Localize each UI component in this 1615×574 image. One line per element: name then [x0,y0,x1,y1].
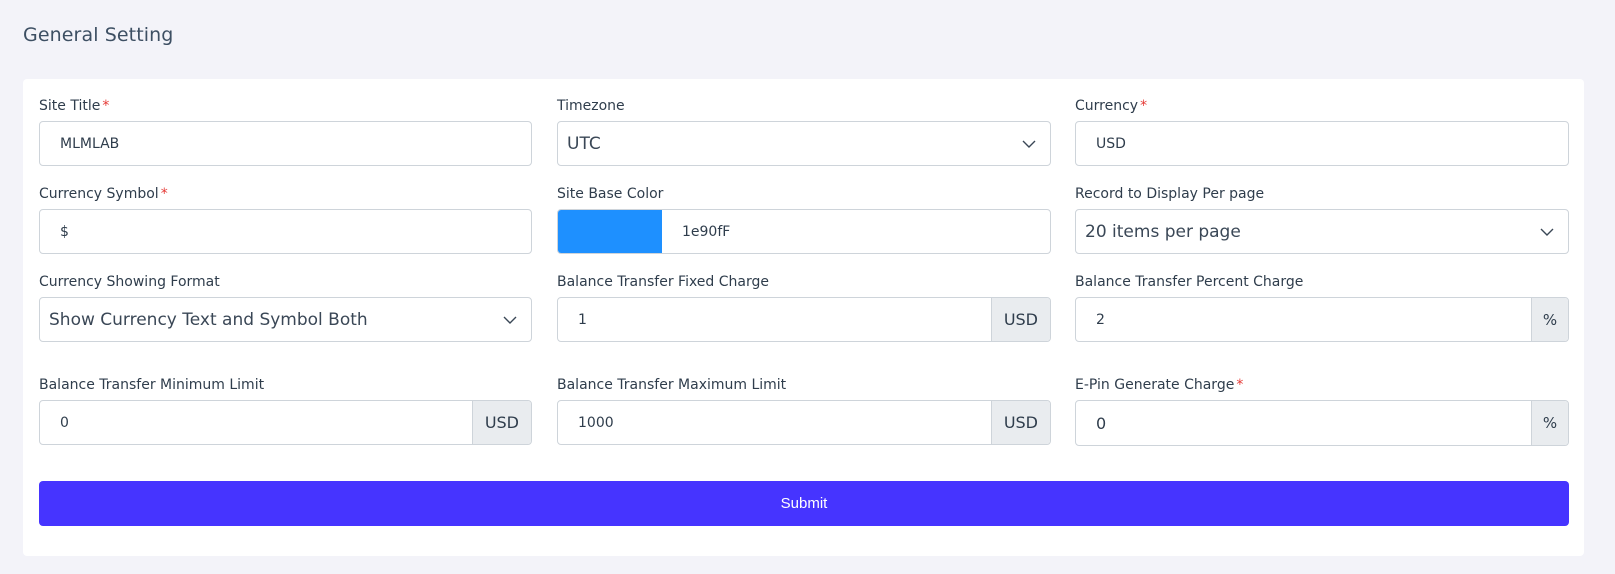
bt-min-limit-input[interactable]: 0 USD [39,400,532,445]
required-marker: * [1236,377,1244,393]
chevron-down-icon [503,316,517,324]
required-marker: * [102,98,110,114]
records-per-page-value: 20 items per page [1085,221,1241,242]
site-base-color-field: Site Base Color 1e90fF [557,184,1051,254]
color-swatch[interactable] [558,210,662,253]
currency-format-select[interactable]: Show Currency Text and Symbol Both [39,297,532,342]
bt-fixed-charge-value: 1 [578,311,587,328]
currency-format-value: Show Currency Text and Symbol Both [49,309,368,330]
bt-min-limit-value: 0 [60,414,69,431]
submit-button[interactable]: Submit [39,481,1569,526]
site-base-color-value: 1e90fF [682,223,731,240]
currency-input[interactable]: USD [1075,121,1569,166]
site-title-field: Site Title * MLMLAB [39,96,532,166]
required-marker: * [1140,98,1148,114]
settings-card: Site Title * MLMLAB Timezone UTC Currency… [23,79,1584,556]
bt-min-limit-label: Balance Transfer Minimum Limit [39,377,265,393]
site-title-value: MLMLAB [60,135,120,152]
bt-fixed-charge-field: Balance Transfer Fixed Charge 1 USD [557,272,1051,342]
bt-max-limit-field: Balance Transfer Maximum Limit 1000 USD [557,375,1051,445]
records-per-page-label: Record to Display Per page [1075,186,1265,202]
chevron-down-icon [1022,140,1036,148]
percent-addon: % [1531,401,1568,445]
currency-format-label: Currency Showing Format [39,274,220,290]
bt-percent-charge-value: 2 [1096,311,1105,328]
timezone-value: UTC [567,133,601,154]
bt-percent-charge-field: Balance Transfer Percent Charge 2 % [1075,272,1569,342]
epin-charge-value: 0 [1096,413,1107,433]
bt-max-limit-value: 1000 [578,414,614,431]
epin-charge-field: E-Pin Generate Charge * 0 % [1075,375,1569,447]
epin-charge-input[interactable]: 0 % [1075,400,1569,446]
site-base-color-input[interactable]: 1e90fF [557,209,1051,254]
epin-charge-label: E-Pin Generate Charge * [1075,377,1244,393]
bt-min-limit-field: Balance Transfer Minimum Limit 0 USD [39,375,532,445]
currency-addon: USD [990,401,1050,444]
bt-percent-charge-input[interactable]: 2 % [1075,297,1569,342]
timezone-field: Timezone UTC [557,96,1051,166]
currency-format-field: Currency Showing Format Show Currency Te… [39,272,532,342]
percent-addon: % [1531,298,1568,341]
records-per-page-select[interactable]: 20 items per page [1075,209,1569,254]
required-marker: * [160,186,168,202]
bt-fixed-charge-label: Balance Transfer Fixed Charge [557,274,769,290]
timezone-label: Timezone [557,98,625,114]
timezone-select[interactable]: UTC [557,121,1051,166]
bt-fixed-charge-input[interactable]: 1 USD [557,297,1051,342]
currency-symbol-value: $ [60,223,69,240]
currency-field: Currency * USD [1075,96,1569,166]
records-per-page-field: Record to Display Per page 20 items per … [1075,184,1569,254]
site-title-label: Site Title * [39,98,110,114]
bt-max-limit-label: Balance Transfer Maximum Limit [557,377,787,393]
currency-symbol-label: Currency Symbol * [39,186,168,202]
page-title: General Setting [23,24,174,46]
chevron-down-icon [1540,228,1554,236]
bt-max-limit-input[interactable]: 1000 USD [557,400,1051,445]
bt-percent-charge-label: Balance Transfer Percent Charge [1075,274,1304,290]
currency-symbol-field: Currency Symbol * $ [39,184,532,254]
currency-addon: USD [471,401,531,444]
currency-symbol-input[interactable]: $ [39,209,532,254]
site-base-color-label: Site Base Color [557,186,664,202]
currency-label: Currency * [1075,98,1148,114]
site-title-input[interactable]: MLMLAB [39,121,532,166]
currency-addon: USD [990,298,1050,341]
currency-value: USD [1096,135,1126,152]
